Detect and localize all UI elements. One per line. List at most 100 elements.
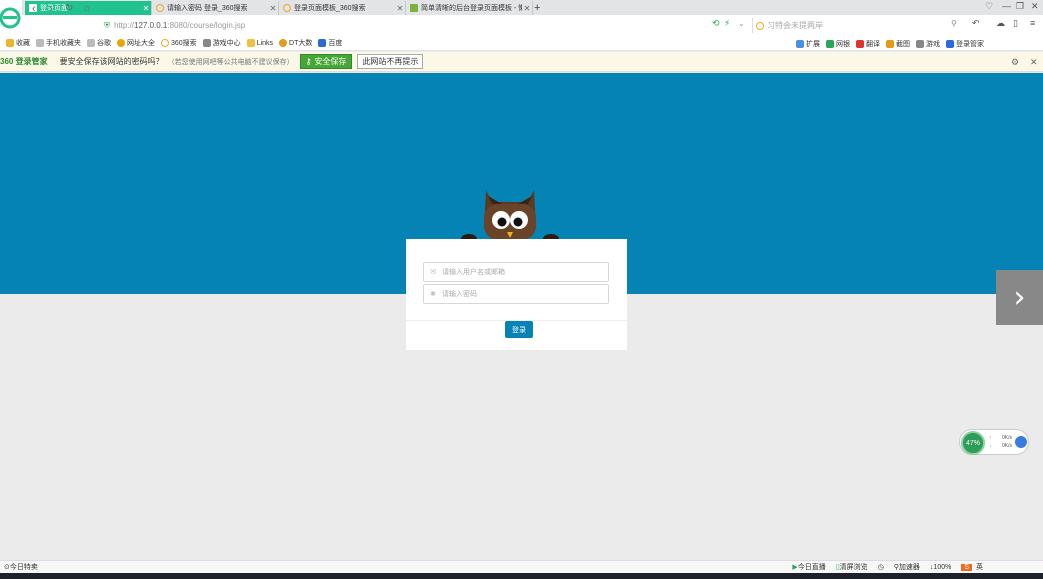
gear-icon[interactable]: ⚙ (1011, 57, 1019, 68)
save-password-label: 安全保存 (314, 57, 347, 66)
close-icon[interactable]: ✕ (395, 4, 405, 13)
globe-icon (117, 39, 125, 47)
speed-percent: 47% (961, 431, 985, 455)
tab-label: 登录页面模板_360搜索 (294, 5, 366, 12)
live-label: 今日直播 (797, 564, 826, 571)
translate-icon (856, 39, 864, 48)
forward-icon[interactable]: › (49, 3, 53, 15)
bookmark-item[interactable]: 360搜索 (161, 38, 197, 48)
360-search-icon (283, 4, 291, 12)
key-icon: ⚷ (305, 57, 312, 66)
password-placeholder: 请输入密码 (442, 291, 477, 298)
bookmark-item[interactable]: DT大数 (279, 38, 312, 48)
clear-view-label: 清屏浏览 (839, 564, 868, 571)
cloud-icon[interactable]: ☁ (996, 18, 1005, 29)
status-bar: ⊙今日特卖 ▶今日直播 ▯清屏浏览 ◷ ⚲加速器 ↓100% S 英 (0, 560, 1043, 573)
shield-icon: ⛨ (104, 20, 110, 30)
extension-label: 扩展 (806, 40, 820, 48)
never-remind-label: 此网站不再提示 (362, 57, 419, 66)
download-speed: 0K/s (1002, 443, 1013, 449)
tab-template[interactable]: 简单清晰的后台登录页面模板 - 懒 ✕ (406, 1, 533, 15)
login-card: ✉ 请输入用户名或邮箱 ✱ 请输入密码 登录 (406, 239, 627, 350)
bookmark-item[interactable]: 游戏中心 (202, 38, 241, 48)
bookmark-item[interactable]: 百度 (318, 38, 342, 48)
baidu-icon (318, 39, 327, 47)
tab-search-1[interactable]: 请输入密码 登录_360搜索 ✕ (152, 1, 279, 15)
lightning-icon[interactable]: ⚡ (724, 18, 730, 29)
never-remind-button[interactable]: 此网站不再提示 (357, 54, 424, 69)
sync-icon[interactable]: ⟲ (712, 18, 720, 29)
extension-item[interactable]: 游戏 (916, 39, 940, 49)
zoom-link[interactable]: ↓100% (930, 564, 951, 571)
360-login-manager-logo: 360 登录管家 (0, 57, 48, 66)
bookmark-label: 手机收藏夹 (46, 40, 81, 47)
bookmark-label: 网址大全 (127, 40, 155, 47)
extension-label: 登录管家 (956, 40, 984, 48)
magnifier-icon[interactable]: ⚲ (951, 19, 957, 28)
bookmark-item[interactable]: 手机收藏夹 (36, 38, 81, 48)
shirt-icon[interactable]: ♡ (985, 1, 993, 12)
username-placeholder: 请输入用户名或邮箱 (442, 269, 505, 276)
today-deals-link[interactable]: ⊙今日特卖 (4, 562, 38, 572)
minimize-button[interactable]: — (1002, 1, 1011, 11)
refresh-icon[interactable]: ↻ (65, 3, 73, 14)
login-button[interactable]: 登录 (505, 321, 533, 338)
key-icon (946, 39, 954, 48)
save-password-button[interactable]: ⚷ 安全保存 (299, 54, 353, 69)
bookmark-item[interactable]: 谷歌 (87, 38, 111, 48)
chevron-down-icon[interactable]: ⌄ (738, 19, 745, 28)
taskbar (0, 573, 1043, 579)
bookmark-item[interactable]: 收藏 (6, 38, 30, 48)
menu-icon[interactable]: ≡ (1030, 18, 1035, 28)
public-computer-hint: （若您使用网吧等公共电脑不建议保存） (167, 58, 294, 66)
tab-search-2[interactable]: 登录页面模板_360搜索 ✕ (279, 1, 406, 15)
close-icon[interactable]: ✕ (268, 4, 278, 13)
close-icon[interactable]: ✕ (1030, 57, 1038, 68)
download-arrow-icon: ↓ (989, 443, 992, 449)
gamepad-icon (916, 39, 924, 48)
back-icon[interactable]: ‹ (32, 3, 36, 15)
m-site-icon (410, 4, 418, 12)
ime-mode[interactable]: 英 (976, 562, 983, 572)
extension-item[interactable]: 扩展 (796, 39, 820, 49)
browser-logo[interactable] (0, 0, 22, 36)
extension-item[interactable]: 翻译 (856, 39, 880, 49)
close-icon[interactable]: ✕ (141, 4, 151, 13)
next-slide-button[interactable]: › (996, 270, 1043, 325)
search-input[interactable]: 习特会未提两岸 (752, 18, 962, 33)
bookmark-item[interactable]: Links (246, 39, 274, 47)
extension-label: 翻译 (866, 40, 880, 48)
home-icon[interactable]: ⌂ (84, 3, 90, 14)
password-field[interactable]: ✱ 请输入密码 (423, 284, 609, 304)
360-search-icon (756, 21, 764, 30)
address-bar[interactable]: ⛨ http://127.0.0.1:8080/course/login.jsp (104, 18, 704, 33)
tab-label: 请输入密码 登录_360搜索 (167, 5, 248, 12)
bookmark-label: 谷歌 (97, 40, 111, 47)
close-icon[interactable]: ✕ (522, 4, 532, 13)
bookmark-label: Links (256, 39, 274, 47)
accelerator-link[interactable]: ⚲加速器 (894, 562, 920, 572)
new-tab-button[interactable]: + (534, 2, 540, 14)
extension-item[interactable]: 网银 (826, 39, 850, 49)
restore-button[interactable]: ❐ (1016, 1, 1024, 12)
bookmark-item[interactable]: 网址大全 (117, 38, 155, 48)
history-icon[interactable]: ◷ (878, 563, 884, 571)
accelerator-label: 加速器 (898, 564, 920, 571)
close-window-button[interactable]: ✕ (1031, 1, 1039, 12)
star-icon (6, 39, 14, 47)
login-button-label: 登录 (512, 326, 526, 334)
accelerate-icon[interactable] (1015, 436, 1027, 448)
today-deals-label: 今日特卖 (9, 564, 38, 571)
extension-item[interactable]: 截图 (886, 39, 910, 49)
bookmark-icon[interactable]: ▯ (1013, 18, 1018, 29)
username-field[interactable]: ✉ 请输入用户名或邮箱 (423, 262, 609, 282)
page-icon (87, 39, 95, 47)
grid-icon (796, 39, 804, 48)
clear-view-link[interactable]: ▯清屏浏览 (836, 562, 868, 572)
extension-item[interactable]: 登录管家 (946, 39, 984, 49)
gamepad-icon (202, 39, 211, 47)
sogou-ime-icon[interactable]: S (961, 563, 972, 571)
undo-icon[interactable]: ↶ (972, 18, 980, 29)
live-link[interactable]: ▶今日直播 (792, 562, 825, 572)
network-speed-widget[interactable]: 47% ↑ 0K/s ↓ 0K/s (959, 429, 1029, 455)
